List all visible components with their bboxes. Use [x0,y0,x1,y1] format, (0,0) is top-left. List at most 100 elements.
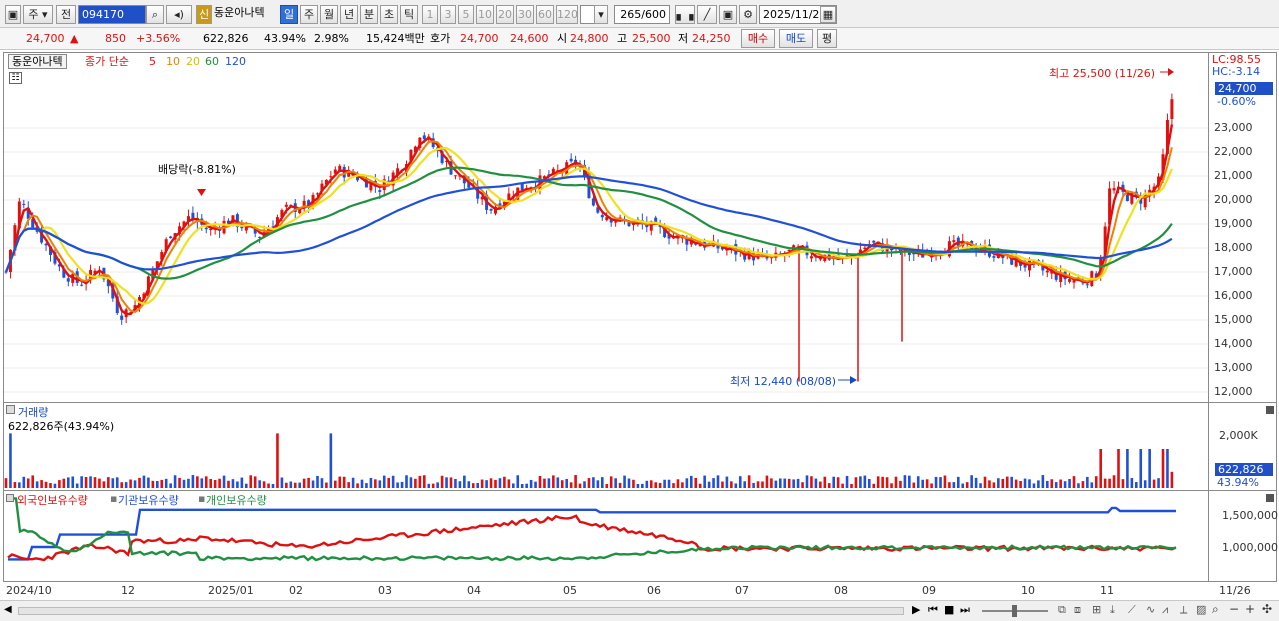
volume-bar [520,484,524,488]
expand-icon[interactable]: ✣ [1262,602,1272,616]
candle-body [569,158,573,162]
volume-bar [1050,479,1054,488]
volume-bar [107,477,110,488]
volume-bar [841,483,844,488]
legend-institution[interactable]: 기관보유수량 [118,492,179,508]
ruler-icon[interactable]: ⟂ [1180,603,1187,617]
volume-bar [440,475,444,488]
volume-bar [525,483,528,488]
bottom-bar: ◀ ▶ ⏮ ■ ⏭ ⧉ ⧈ ⊞ ⤓ ⟋ ∿ ⩘ ⟂ ▨ ⌕ − + ✣ [0,600,1279,621]
wave-icon[interactable]: ∿ [1146,603,1155,616]
volume-bar [1032,483,1036,488]
candle-body [66,278,70,282]
volume-bar [98,478,101,488]
zoom-out-icon[interactable]: − [1229,602,1239,616]
volume-panel-close-icon[interactable] [1266,406,1274,414]
volume-bar [783,478,787,488]
candle-body [22,203,26,205]
volume-bar [721,481,724,488]
forward-icon[interactable]: ⏭ [960,603,970,617]
zoom-search-icon[interactable]: ⌕ [1212,602,1219,617]
volume-bar [623,475,626,488]
x-label-09: 09 [922,584,936,597]
volume-bar [62,478,66,488]
legend-foreign[interactable]: 외국인보유수량 [17,492,88,508]
candle-body [872,240,876,243]
volume-bar [632,479,635,488]
candle-body [120,315,124,320]
volume-ratio-tag: 43.94% [1217,476,1259,489]
volume-subtitle: 622,826주(43.94%) [8,420,115,433]
volume-bar [903,475,907,488]
volume-bar [280,477,284,488]
volume-bar [236,481,239,488]
image-icon[interactable]: ▨ [1196,603,1206,616]
volume-bar [196,476,199,488]
volume-bar [908,475,911,488]
volume-bar [1135,482,1138,488]
holdings-panel-close-icon[interactable] [1266,494,1274,502]
chart-svg [4,68,1208,562]
volume-bar [400,481,404,488]
volume-bar [961,483,965,488]
volume-bar [298,482,301,488]
volume-bar [734,483,738,488]
volume-bar [819,481,822,488]
zoom-in-icon[interactable]: + [1245,602,1255,616]
volume-bar [1161,449,1165,488]
volume-bar [133,480,137,488]
volume-bar [850,483,853,488]
scroll-left-icon[interactable]: ◀ [4,604,12,615]
volume-bar [627,478,631,488]
horizontal-scrollbar[interactable] [18,607,904,615]
zoom-slider-handle[interactable] [1012,605,1017,617]
grid-icon[interactable]: ⊞ [1092,603,1101,616]
volume-bar [445,477,448,488]
volume-bar [325,482,328,488]
trend-line-icon[interactable]: ⟋ [1128,603,1136,617]
holdings-panel-icon[interactable] [6,494,14,502]
volume-bar [770,478,773,488]
stop-icon[interactable]: ■ [944,603,954,616]
volume-bar [111,478,115,488]
indicator-icon[interactable]: ⧈ [1074,603,1081,617]
volume-bar [454,478,457,488]
zigzag-icon[interactable]: ⩘ [1162,603,1168,617]
volume-bar [1010,476,1013,488]
dividend-arrow-icon [197,189,206,196]
volume-bar [645,480,649,488]
volume-bar [556,477,560,488]
volume-bar [836,477,840,488]
volume-bar [507,479,511,488]
rewind-icon[interactable]: ⏮ [928,603,938,617]
volume-bar [405,475,408,488]
volume-bar [151,480,155,488]
volume-bar [53,483,57,488]
volume-bar [191,475,195,488]
trend-down-icon[interactable]: ⤓ [1110,603,1115,617]
volume-bar [712,478,715,488]
volume-bar [560,480,564,488]
x-label-02: 02 [289,584,303,597]
volume-bar [147,477,150,488]
volume-bar [881,476,884,488]
volume-bar [725,476,729,488]
candle-body [80,284,84,286]
layout-icon[interactable]: ⧉ [1058,603,1066,617]
volume-bar [485,480,488,488]
volume-bar [868,478,871,488]
volume-bar [667,479,671,488]
volume-bar [1170,471,1174,488]
scroll-right-icon[interactable]: ▶ [912,603,920,616]
volume-bar [204,476,208,488]
volume-bar [529,479,533,488]
volume-bar [75,483,79,488]
volume-bar [983,476,987,488]
volume-bar [1148,449,1151,488]
candle-body [809,256,813,259]
legend-individual[interactable]: 개인보유수량 [206,492,267,508]
volume-bar [765,475,769,488]
volume-bar [618,482,622,488]
volume-bar [449,477,453,488]
volume-panel-icon[interactable] [6,405,15,414]
